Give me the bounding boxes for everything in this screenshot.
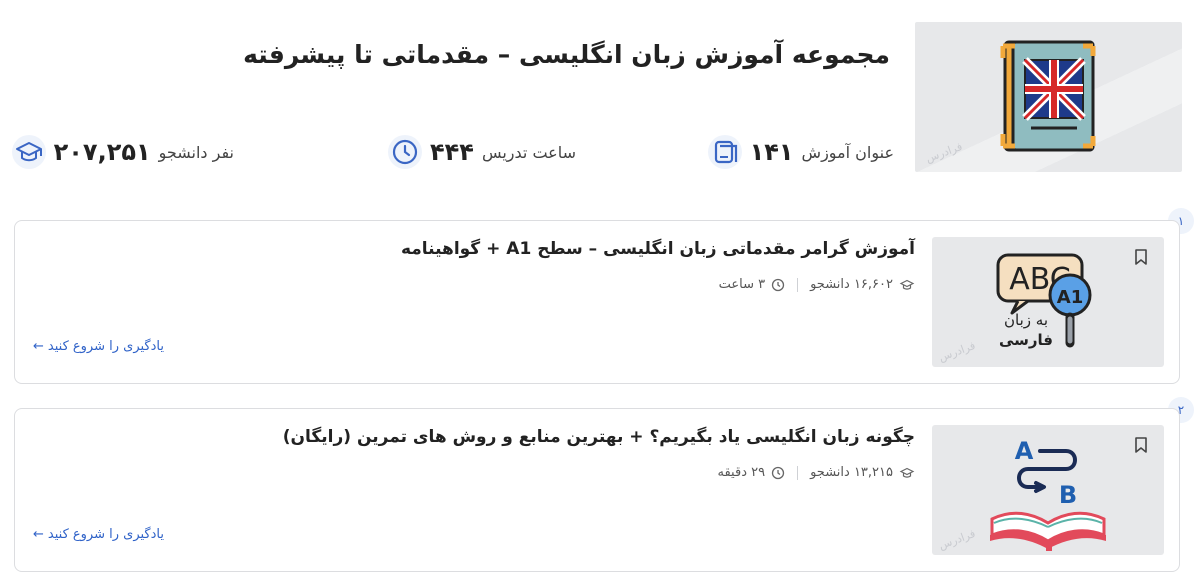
course-meta: ۱۳,۲۱۵ دانشجو ۲۹ دقیقه: [718, 465, 915, 480]
course-duration: ۳ ساعت: [718, 277, 766, 292]
course-thumbnail[interactable]: ABC A1 به زبان فارسی فرادرس: [932, 237, 1164, 367]
page-title: مجموعه آموزش زبان انگلیسی – مقدماتی تا پ…: [243, 40, 890, 69]
course-card[interactable]: A B فرادرس چگونه زبان انگلیسی یاد بگیریم…: [14, 408, 1180, 572]
students-label: نفر دانشجو: [158, 142, 234, 162]
course-duration: ۲۹ دقیقه: [717, 465, 766, 480]
students-count: ۲۰۷,۲۵۱: [53, 138, 151, 166]
hours-count: ۴۴۴: [429, 138, 474, 166]
thumb-level: A1: [1057, 287, 1083, 308]
courses-label: عنوان آموزش: [801, 142, 894, 162]
arrow-left-icon: ←: [33, 339, 44, 354]
graduation-cap-icon: [899, 467, 915, 478]
thumb-b: B: [1059, 481, 1077, 509]
thumb-a: A: [1015, 437, 1034, 465]
course-students: ۱۶,۶۰۲ دانشجو: [810, 277, 893, 292]
thumb-line2: فارسی: [999, 331, 1053, 349]
clock-icon: [387, 135, 422, 169]
start-learning-link[interactable]: یادگیری را شروع کنید ←: [33, 527, 164, 542]
start-learning-link[interactable]: یادگیری را شروع کنید ←: [33, 339, 164, 354]
course-card[interactable]: ABC A1 به زبان فارسی فرادرس آموزش گرامر …: [14, 220, 1180, 384]
hero-image: فرادرس: [915, 22, 1182, 172]
thumb-line1: به زبان: [1004, 311, 1048, 329]
start-learning-label: یادگیری را شروع کنید: [47, 527, 164, 542]
graduation-cap-icon: [11, 135, 46, 169]
stat-courses: ۱۴۱ عنوان آموزش: [707, 134, 894, 170]
stat-students: ۲۰۷,۲۵۱ نفر دانشجو: [11, 134, 234, 170]
course-title[interactable]: چگونه زبان انگلیسی یاد بگیریم؟ + بهترین …: [283, 427, 915, 447]
course-title[interactable]: آموزش گرامر مقدماتی زبان انگلیسی – سطح A…: [401, 239, 915, 259]
course-meta: ۱۶,۶۰۲ دانشجو ۳ ساعت: [719, 277, 915, 292]
hours-label: ساعت تدریس: [481, 142, 576, 162]
arrow-left-icon: ←: [33, 527, 44, 542]
start-learning-label: یادگیری را شروع کنید: [47, 339, 164, 354]
bookmark-icon[interactable]: [1134, 437, 1148, 457]
clock-icon: [771, 466, 785, 479]
courses-icon: [707, 135, 742, 169]
clock-icon: [771, 278, 785, 291]
course-students: ۱۳,۲۱۵ دانشجو: [810, 465, 893, 480]
bookmark-icon[interactable]: [1134, 249, 1148, 269]
stat-hours: ۴۴۴ ساعت تدریس: [387, 134, 576, 170]
courses-count: ۱۴۱: [749, 138, 794, 166]
course-thumbnail[interactable]: A B فرادرس: [932, 425, 1164, 555]
graduation-cap-icon: [899, 279, 915, 290]
